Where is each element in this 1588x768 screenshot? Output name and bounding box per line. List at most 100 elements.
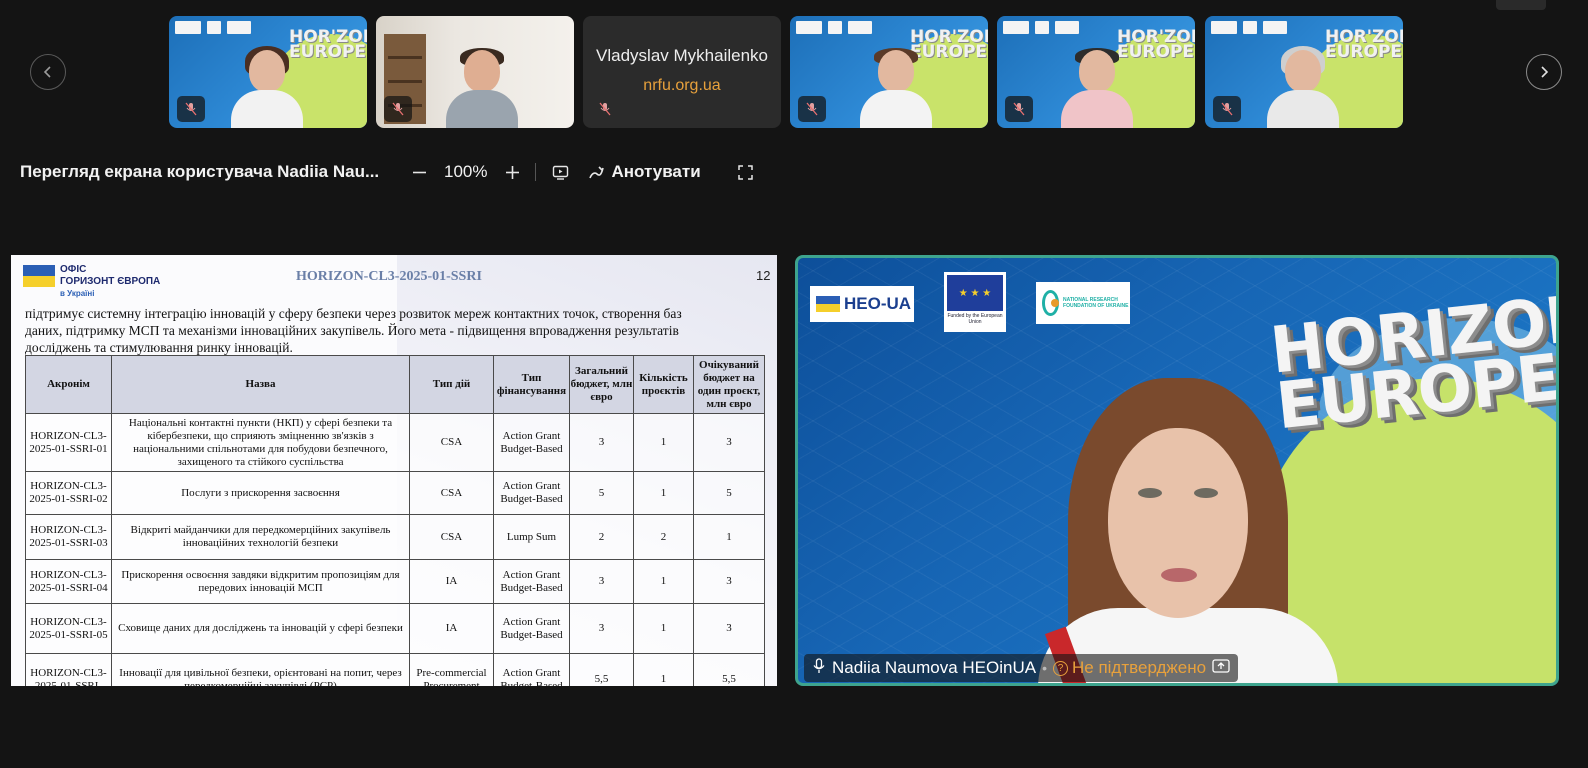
participant-tile[interactable]: HOR'ZON EUROPE — [997, 16, 1195, 128]
cell-project-count: 1 — [633, 653, 694, 686]
eu-logo-caption: Funded by the European Union — [947, 313, 1003, 325]
screen-icon — [552, 165, 569, 180]
window-tab[interactable] — [1496, 0, 1546, 10]
cell-budget-per-project: 5,5 — [693, 653, 765, 686]
cell-project-count: 1 — [633, 559, 694, 604]
cell-action-type: IA — [409, 603, 494, 654]
fullscreen-button[interactable] — [735, 164, 757, 181]
annotate-pen-icon — [589, 165, 605, 178]
tile-logos — [175, 21, 251, 34]
expand-icon — [738, 164, 753, 180]
annotate-label: Анотувати — [611, 162, 701, 181]
office-logo: ОФІС ГОРИЗОНТ ЄВРОПА в Україні — [60, 264, 160, 300]
slide-paragraph: підтримує системну інтеграцію інновацій … — [25, 305, 761, 356]
cell-name: Прискорення освоєння завдяки відкритим п… — [111, 559, 410, 604]
unverified-label: Не підтверджено — [1072, 658, 1207, 677]
cell-budget-per-project: 5 — [693, 471, 765, 515]
cell-acronym: HORIZON-CL3-2025-01-SSRI- — [25, 653, 112, 686]
cell-acronym: HORIZON-CL3-2025-01-SSRI-04 — [25, 559, 112, 604]
participant-tile[interactable]: Vladyslav Mykhailenko nrfu.org.ua — [583, 16, 781, 128]
table-header-row: Акронім Назва Тип дій Тип фінансування З… — [25, 355, 765, 414]
cell-funding-type: Action Grant Budget-Based — [493, 653, 570, 686]
chevron-left-icon — [43, 66, 51, 78]
nrfu-logo-text: NATIONAL RESEARCH FOUNDATION OF UKRAINE — [1063, 297, 1129, 309]
table-row: HORIZON-CL3-2025-01-SSRI-04 Прискорення … — [25, 559, 765, 604]
cell-name: Інновації для цивільної безпеки, орієнто… — [111, 653, 410, 686]
office-line2: ГОРИЗОНТ ЄВРОПА — [60, 276, 161, 287]
participant-tile[interactable]: HOR'ZON EUROPE — [790, 16, 988, 128]
mic-off-icon — [1213, 96, 1241, 122]
cell-action-type: IA — [409, 559, 494, 604]
participant-video — [860, 48, 932, 128]
participant-name: Vladyslav Mykhailenko — [596, 46, 768, 65]
slide-title: HORIZON-CL3-2025-01-SSRI — [296, 269, 482, 284]
zoom-in-button[interactable] — [501, 164, 523, 181]
tile-logos — [796, 21, 872, 34]
eu-stars-icon: ★ ★ ★ — [947, 275, 1003, 311]
cell-total-budget: 5 — [569, 471, 634, 515]
cell-budget-per-project: 1 — [693, 514, 765, 560]
nrfu-logo: NATIONAL RESEARCH FOUNDATION OF UKRAINE — [1036, 282, 1130, 324]
cell-acronym: HORIZON-CL3-2025-01-SSRI-05 — [25, 603, 112, 654]
cell-action-type: Pre-commercial Procurement — [409, 653, 494, 686]
cell-name: Сховище даних для досліджень та інноваці… — [111, 603, 410, 654]
participant-video — [1061, 48, 1133, 128]
cell-acronym: HORIZON-CL3-2025-01-SSRI-01 — [25, 413, 112, 472]
paragraph-line: досліджень та стимулювання ринку інновац… — [25, 340, 293, 355]
minus-icon — [412, 171, 426, 173]
chevron-right-icon — [1541, 66, 1549, 78]
participant-video — [231, 46, 303, 128]
prev-participants-button[interactable] — [30, 54, 66, 90]
participant-org: nrfu.org.ua — [643, 77, 721, 94]
cell-action-type: CSA — [409, 471, 494, 515]
office-line1: ОФІС — [60, 264, 87, 275]
col-project-count: Кількість проєктів — [633, 355, 694, 414]
annotate-button[interactable]: Анотувати — [588, 162, 701, 182]
col-name: Назва — [111, 355, 410, 414]
zoom-out-button[interactable] — [408, 164, 430, 181]
participant-video — [446, 48, 518, 128]
mic-on-icon — [812, 657, 826, 679]
cell-budget-per-project: 3 — [693, 559, 765, 604]
cell-action-type: CSA — [409, 413, 494, 472]
participant-tile[interactable]: HOR'ZON EUROPE — [1205, 16, 1403, 128]
cell-funding-type: Action Grant Budget-Based — [493, 413, 570, 472]
participant-tile[interactable]: HOR'ZON EUROPE — [169, 16, 367, 128]
pop-out-button[interactable] — [548, 164, 572, 181]
screen-share-icon — [1212, 658, 1230, 679]
unverified-status[interactable]: ? Не підтверджено — [1053, 658, 1206, 678]
tile-logos — [1003, 21, 1079, 34]
shared-screen[interactable]: ОФІС ГОРИЗОНТ ЄВРОПА в Україні HORIZON-C… — [11, 255, 777, 686]
active-speaker-tile[interactable]: HORIZON EUROPE HEO-UA ★ ★ ★ Funded by th… — [795, 255, 1559, 686]
zoom-level: 100% — [444, 162, 488, 181]
cell-acronym: HORIZON-CL3-2025-01-SSRI-03 — [25, 514, 112, 560]
table-row: HORIZON-CL3-2025-01-SSRI-02 Послуги з пр… — [25, 471, 765, 515]
speaker-video — [998, 378, 1358, 683]
cell-total-budget: 3 — [569, 559, 634, 604]
cell-project-count: 1 — [633, 413, 694, 472]
col-funding-type: Тип фінансування — [493, 355, 570, 414]
table-row: HORIZON-CL3-2025-01-SSRI-01 Національні … — [25, 413, 765, 472]
speaker-name: Nadiia Naumova HEOinUA — [832, 658, 1037, 677]
ukraine-eu-flag-icon — [23, 265, 55, 287]
table-row: HORIZON-CL3-2025-01-SSRI-05 Сховище дани… — [25, 603, 765, 654]
cell-total-budget: 2 — [569, 514, 634, 560]
tile-logos — [1211, 21, 1287, 34]
cell-funding-type: Action Grant Budget-Based — [493, 471, 570, 515]
cell-total-budget: 3 — [569, 413, 634, 472]
heo-ua-logo: HEO-UA — [810, 286, 914, 322]
plus-icon — [505, 165, 519, 179]
col-acronym: Акронім — [25, 355, 112, 414]
participant-strip: HOR'ZON EUROPE Vladyslav Mykhailenko nrf… — [0, 0, 1588, 145]
screen-share-toolbar: Перегляд екрана користувача Nadiia Nau..… — [20, 155, 757, 189]
mic-off-icon — [798, 96, 826, 122]
participant-tile[interactable] — [376, 16, 574, 128]
cell-name: Національні контактні пункти (НКП) у сфе… — [111, 413, 410, 472]
toolbar-divider — [535, 163, 537, 181]
participant-video — [1267, 46, 1339, 128]
cell-action-type: CSA — [409, 514, 494, 560]
slide-header: ОФІС ГОРИЗОНТ ЄВРОПА в Україні HORIZON-C… — [11, 255, 777, 305]
speaker-nameplate: Nadiia Naumova HEOinUA • ? Не підтвердже… — [804, 654, 1239, 682]
next-participants-button[interactable] — [1526, 54, 1562, 90]
cell-name: Послуги з прискорення засвоєння — [111, 471, 410, 515]
